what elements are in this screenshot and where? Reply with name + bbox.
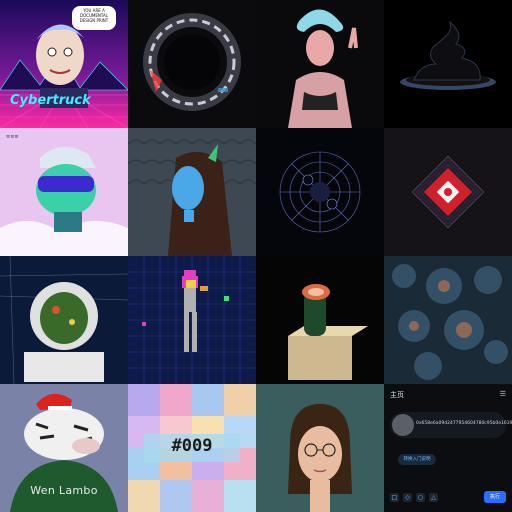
pixel-character-art <box>128 256 256 384</box>
wallet-address-card[interactable]: 0x658e6a09d2477954604780c95b0e1639080294… <box>390 412 512 438</box>
action-icon-3[interactable]: ○ <box>416 492 425 502</box>
menu-icon[interactable]: ☰ <box>500 390 506 398</box>
speech-bubble: YOU ARE A DOCUMENTAL DESIGN PRINT <box>72 6 116 30</box>
tile-pixel-character[interactable] <box>128 256 256 384</box>
woman-portrait-art <box>256 384 384 512</box>
avatar <box>392 414 414 436</box>
tile-red-diamond[interactable] <box>384 128 512 256</box>
red-diamond-art <box>384 128 512 256</box>
tile-dark-ring-glitch[interactable] <box>128 0 256 128</box>
black-swirl-art <box>384 0 512 128</box>
wallet-title: 主页 <box>390 391 404 399</box>
action-icon-1[interactable]: □ <box>390 492 399 502</box>
intro-link[interactable]: 转换入门说明 <box>398 454 436 465</box>
line-art <box>256 0 384 128</box>
horned-girl-art <box>128 128 256 256</box>
svg-text:Cybertruck: Cybertruck <box>10 93 92 108</box>
mandala-art <box>256 128 384 256</box>
dark-ring-art <box>128 0 256 128</box>
tile-fractal-texture[interactable] <box>384 256 512 384</box>
astronaut-art <box>0 256 128 384</box>
action-bar: □ ◇ ○ △ 执行 <box>390 490 506 504</box>
tile-sushi-roll[interactable] <box>256 256 384 384</box>
edition-number: #009 <box>171 436 213 456</box>
tile-astronaut-collage[interactable] <box>0 256 128 384</box>
tile-zebra-hoodie[interactable]: Wen Lambo <box>0 384 128 512</box>
wallet-address: 0x658e6a09d2477954604780c95b0e1639080294… <box>416 421 512 426</box>
tile-pixel-blur[interactable]: #009 <box>128 384 256 512</box>
tile-blue-horned-girl[interactable] <box>128 128 256 256</box>
nft-gallery-grid: Cybertruck YOU ARE A DOCUMENTAL DESIGN P… <box>0 0 512 512</box>
action-icon-4[interactable]: △ <box>429 492 438 502</box>
cyber-head-art: ≡≡≡ <box>0 128 128 256</box>
action-icon-2[interactable]: ◇ <box>403 492 412 502</box>
tile-cyber-head[interactable]: ≡≡≡ <box>0 128 128 256</box>
fractal-art <box>384 256 512 384</box>
sushi-art <box>256 256 384 384</box>
hoodie-text: Wen Lambo <box>30 484 98 497</box>
tile-line-art-figure[interactable] <box>256 0 384 128</box>
svg-text:≡≡≡: ≡≡≡ <box>6 134 19 140</box>
tile-wallet-screen[interactable]: 主页 ☰ 0x658e6a09d2477954604780c95b0e16390… <box>384 384 512 512</box>
tile-black-swirl[interactable] <box>384 0 512 128</box>
tile-synthwave-portrait[interactable]: Cybertruck YOU ARE A DOCUMENTAL DESIGN P… <box>0 0 128 128</box>
tile-mandala-dark[interactable] <box>256 128 384 256</box>
tile-woman-portrait[interactable] <box>256 384 384 512</box>
primary-button[interactable]: 执行 <box>484 491 506 503</box>
